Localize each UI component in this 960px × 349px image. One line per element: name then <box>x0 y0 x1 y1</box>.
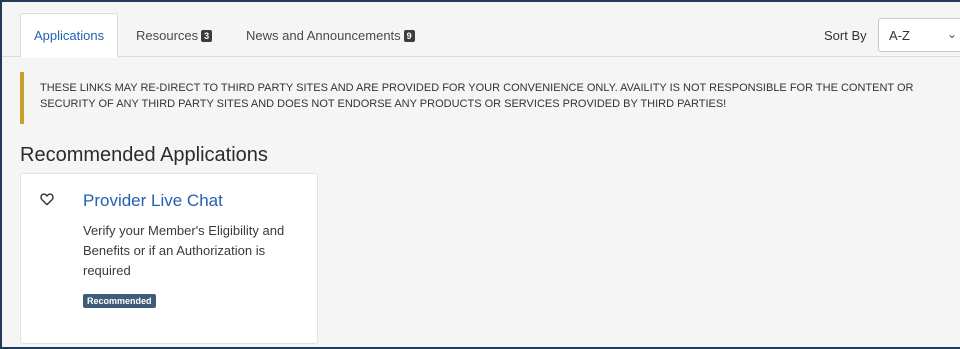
sort-value: A-Z <box>889 28 910 43</box>
sort-select[interactable]: A-Z ⌄ <box>878 18 960 52</box>
tab-label: Applications <box>34 28 105 43</box>
app-title-link[interactable]: Provider Live Chat <box>83 191 223 211</box>
tab-news-and-announcements[interactable]: News and Announcements 9 <box>246 13 415 58</box>
tab-bar: Applications Resources 3 News and Announ… <box>2 2 960 58</box>
sort-by-label: Sort By <box>824 28 867 43</box>
warning-text: THESE LINKS MAY RE-DIRECT TO THIRD PARTY… <box>40 82 914 110</box>
tab-applications[interactable]: Applications <box>20 13 119 58</box>
third-party-warning: THESE LINKS MAY RE-DIRECT TO THIRD PARTY… <box>20 72 960 124</box>
tab-label: Resources <box>136 28 199 43</box>
section-title: Recommended Applications <box>20 144 268 166</box>
tab-label: News and Announcements <box>246 28 401 43</box>
app-card: Provider Live Chat Verify your Member's … <box>20 173 318 344</box>
recommended-badge: Recommended <box>83 294 156 308</box>
chevron-down-icon: ⌄ <box>947 27 958 41</box>
count-badge: 3 <box>201 29 213 42</box>
heart-outline-icon[interactable] <box>40 193 54 206</box>
applications-panel: Applications Resources 3 News and Announ… <box>0 0 960 349</box>
tab-resources[interactable]: Resources 3 <box>136 13 213 58</box>
count-badge: 9 <box>403 29 415 42</box>
app-description: Verify your Member's Eligibility and Ben… <box>83 223 285 278</box>
